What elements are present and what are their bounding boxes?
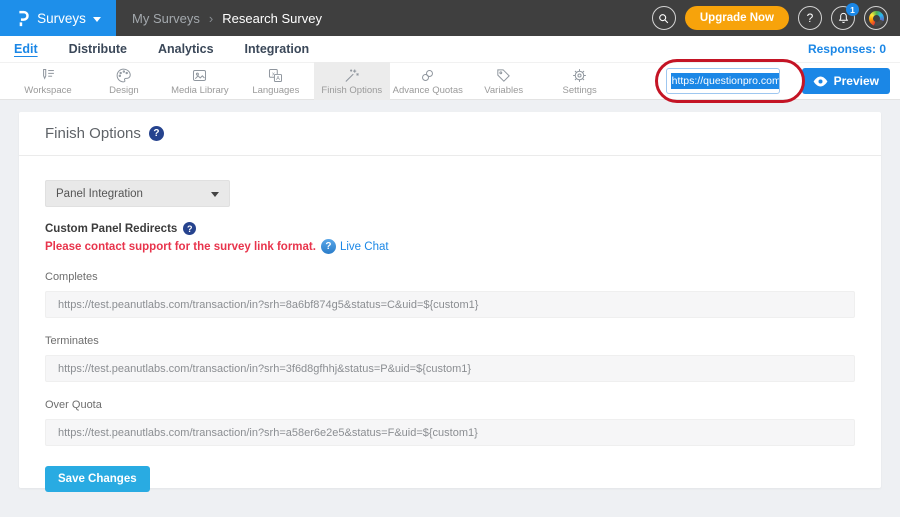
completes-url-input[interactable] — [45, 291, 855, 318]
terminates-url-input[interactable] — [45, 355, 855, 382]
search-icon — [657, 12, 670, 25]
survey-url-wrap: https://questionpro.com/t/A — [666, 68, 780, 94]
question-mark-icon: ? — [807, 11, 814, 25]
custom-panel-redirects-help-icon[interactable]: ? — [183, 222, 196, 235]
toolbar-item-finish-options[interactable]: Finish Options — [314, 62, 390, 100]
toolbar-item-label: Settings — [562, 85, 596, 96]
svg-text:A: A — [276, 76, 280, 82]
terminates-label: Terminates — [45, 335, 855, 347]
toolbar-item-variables[interactable]: Variables — [466, 62, 542, 100]
tab-edit[interactable]: Edit — [14, 42, 38, 56]
design-palette-icon — [115, 67, 132, 84]
search-button[interactable] — [652, 6, 676, 30]
toolbar-item-label: Advance Quotas — [393, 85, 463, 96]
topbar: Surveys My Surveys › Research Survey Upg… — [0, 0, 900, 36]
help-button[interactable]: ? — [798, 6, 822, 30]
breadcrumb-separator: › — [209, 11, 213, 26]
over-quota-label: Over Quota — [45, 399, 855, 411]
toolbar-item-label: Design — [109, 85, 139, 96]
media-library-icon — [191, 67, 208, 84]
panel-type-select[interactable]: Panel Integration — [45, 180, 230, 207]
breadcrumb-current: Research Survey — [222, 11, 322, 26]
survey-url-selected-text: https://questionpro.com/t/A — [671, 73, 780, 89]
notification-badge: 1 — [846, 3, 859, 16]
avatar-gauge-icon — [869, 11, 884, 26]
tab-distribute[interactable]: Distribute — [69, 42, 127, 56]
chevron-down-icon — [93, 17, 101, 22]
workspace-icon — [39, 67, 56, 84]
product-name: Surveys — [37, 11, 86, 26]
live-chat-icon[interactable]: ? — [321, 239, 336, 254]
responses-count: Responses: 0 — [808, 42, 886, 56]
save-changes-button[interactable]: Save Changes — [45, 466, 150, 492]
finish-options-card: Finish Options ? Panel Integration Custo… — [19, 112, 881, 488]
product-switcher[interactable]: Surveys — [0, 0, 116, 36]
toolbar-item-workspace[interactable]: Workspace — [10, 62, 86, 100]
tab-integration[interactable]: Integration — [245, 42, 310, 56]
toolbar-item-label: Finish Options — [321, 85, 382, 96]
over-quota-url-input[interactable] — [45, 419, 855, 446]
survey-url-input[interactable]: https://questionpro.com/t/A — [666, 68, 780, 94]
eye-icon — [813, 76, 828, 87]
main-content: Finish Options ? Panel Integration Custo… — [0, 100, 900, 488]
support-notice-text: Please contact support for the survey li… — [45, 241, 316, 253]
toolbar-item-settings[interactable]: Settings — [542, 62, 618, 100]
breadcrumb-my-surveys[interactable]: My Surveys — [132, 11, 200, 26]
upgrade-now-button[interactable]: Upgrade Now — [685, 6, 789, 30]
chevron-down-icon — [211, 192, 219, 197]
notifications-button[interactable]: 1 — [831, 6, 855, 30]
toolbar-item-label: Media Library — [171, 85, 229, 96]
variables-tag-icon — [495, 67, 512, 84]
settings-gear-icon — [571, 67, 588, 84]
toolbar-item-advance-quotas[interactable]: Advance Quotas — [390, 62, 466, 100]
page-title: Finish Options — [45, 125, 141, 142]
card-body: Panel Integration Custom Panel Redirects… — [19, 156, 881, 492]
toolbar-item-label: Variables — [484, 85, 523, 96]
account-avatar[interactable] — [864, 6, 888, 30]
breadcrumb: My Surveys › Research Survey — [132, 11, 322, 26]
survey-nav-tabs: Edit Distribute Analytics Integration Re… — [0, 36, 900, 62]
completes-label: Completes — [45, 271, 855, 283]
finish-options-wand-icon — [343, 67, 360, 84]
support-notice: Please contact support for the survey li… — [45, 239, 855, 254]
toolbar-item-design[interactable]: Design — [86, 62, 162, 100]
custom-panel-redirects-heading: Custom Panel Redirects ? — [45, 222, 855, 235]
questionpro-logo-icon — [15, 8, 30, 28]
finish-options-help-icon[interactable]: ? — [149, 126, 164, 141]
toolbar-item-languages[interactable]: x A Languages — [238, 62, 314, 100]
tab-analytics[interactable]: Analytics — [158, 42, 214, 56]
live-chat-link[interactable]: Live Chat — [340, 241, 389, 253]
toolbar-item-label: Languages — [252, 85, 299, 96]
preview-button-label: Preview — [834, 74, 879, 88]
toolbar-item-media-library[interactable]: Media Library — [162, 62, 238, 100]
advance-quotas-link-icon — [419, 67, 436, 84]
edit-toolbar: Workspace Design Media Library x A Langu… — [0, 62, 900, 100]
preview-button[interactable]: Preview — [802, 68, 890, 94]
section-heading-label: Custom Panel Redirects — [45, 223, 177, 235]
toolbar-item-label: Workspace — [24, 85, 71, 96]
panel-type-selected-value: Panel Integration — [56, 188, 143, 200]
topbar-actions: Upgrade Now ? 1 — [652, 6, 900, 30]
languages-icon: x A — [267, 67, 284, 84]
card-header: Finish Options ? — [19, 112, 881, 156]
